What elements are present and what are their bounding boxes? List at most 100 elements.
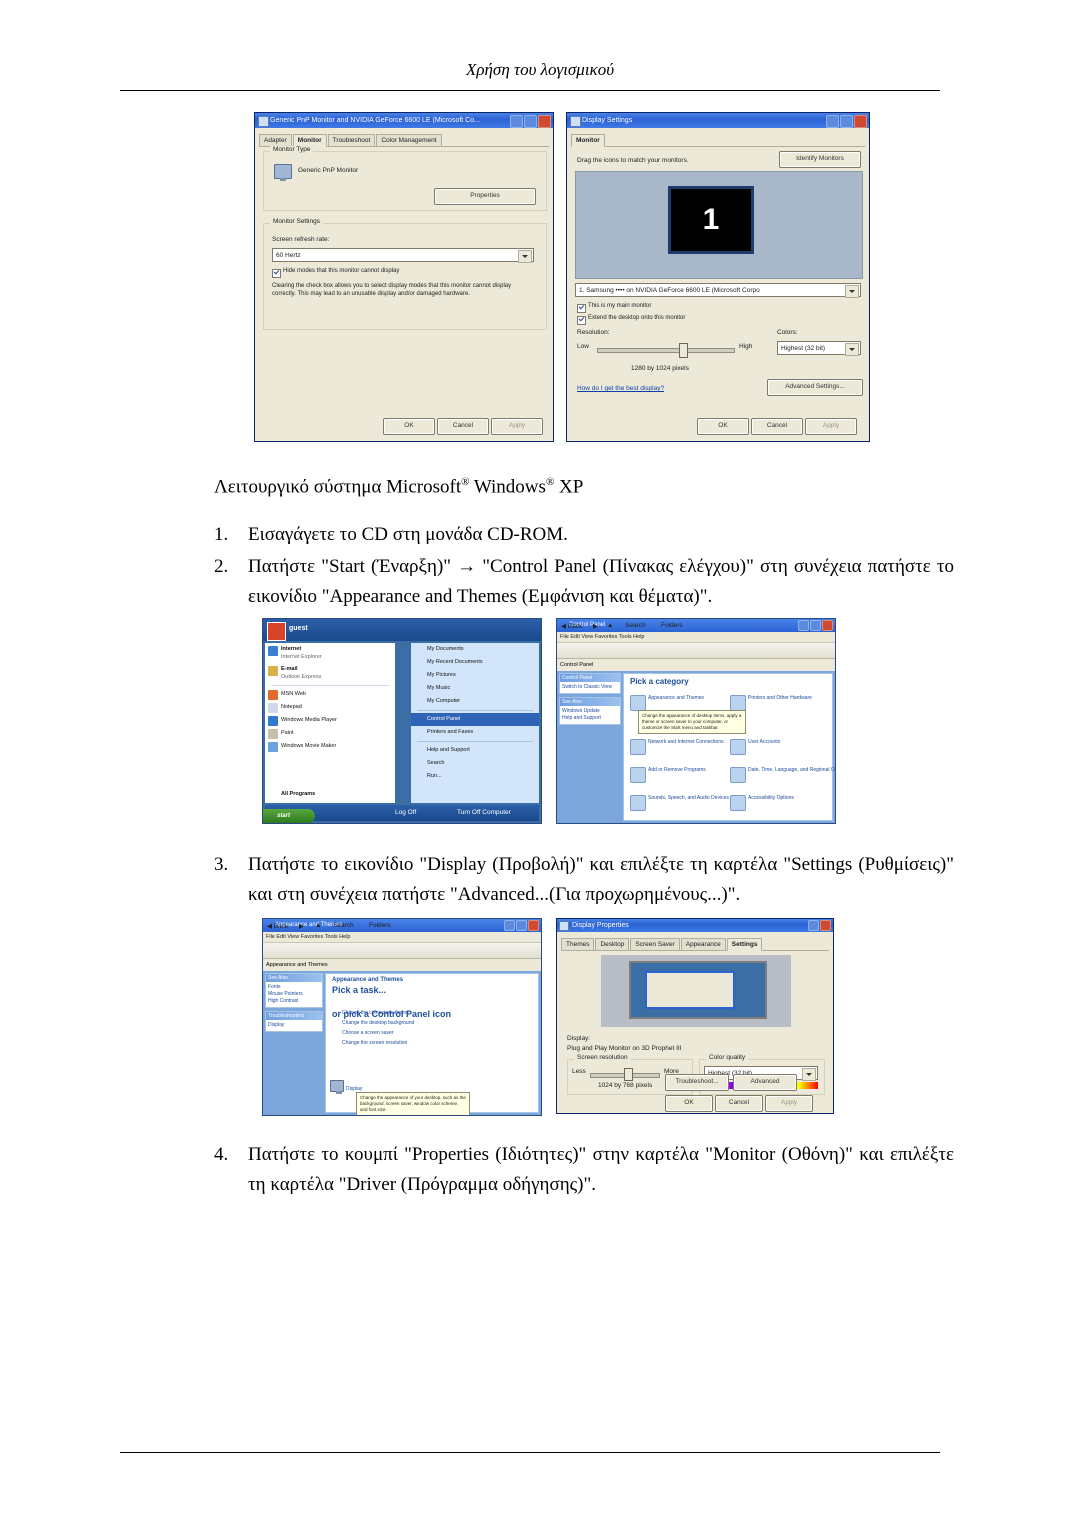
ok-button[interactable]: OK	[697, 418, 749, 435]
close-icon[interactable]	[528, 920, 539, 931]
maximize-icon[interactable]	[810, 620, 821, 631]
maximize-icon[interactable]	[840, 115, 853, 128]
sidebar-link-display[interactable]: Display	[268, 1022, 320, 1029]
cancel-button[interactable]: Cancel	[751, 418, 803, 435]
tab-color-management[interactable]: Color Management	[376, 134, 442, 146]
category-network-and-internet[interactable]: Network and Internet Connections	[628, 736, 724, 762]
troubleshoot-button-visible[interactable]: Troubleshoot...	[665, 1074, 729, 1091]
start-menu-item-my-computer[interactable]: My Computer	[411, 695, 539, 708]
task-change-background[interactable]: Change the desktop background	[342, 1020, 414, 1026]
start-menu-item-all-programs[interactable]: All Programs	[265, 788, 395, 801]
hide-modes-checkbox[interactable]: Hide modes that this monitor cannot disp…	[272, 268, 399, 278]
sidebar-link-high-contrast[interactable]: High Contrast	[268, 998, 320, 1005]
tab-monitor[interactable]: Monitor	[571, 134, 605, 147]
folders-button[interactable]: Folders	[369, 922, 391, 929]
main-monitor-checkbox[interactable]: This is my main monitor	[577, 303, 651, 313]
up-button[interactable]: ▲	[315, 922, 321, 929]
display-settings-tabs[interactable]: Monitor	[571, 132, 865, 147]
ok-button[interactable]: OK	[665, 1095, 713, 1112]
start-menu-item-run[interactable]: Run...	[411, 770, 539, 783]
chevron-down-icon[interactable]	[845, 343, 859, 356]
properties-button[interactable]: Properties	[434, 188, 536, 205]
sidebar-link-fonts[interactable]: Fonts	[268, 984, 320, 991]
category-sounds-speech-audio[interactable]: Sounds, Speech, and Audio Devices	[628, 792, 729, 818]
sidebar-link-windows-update[interactable]: Windows Update	[562, 708, 618, 715]
tab-themes[interactable]: Themes	[561, 938, 595, 950]
category-date-time-language[interactable]: Date, Time, Language, and Regional Optio…	[728, 764, 835, 790]
resolution-slider-thumb[interactable]	[679, 343, 688, 358]
apply-button[interactable]: Apply	[805, 418, 857, 435]
start-menu-item-paint[interactable]: Paint	[265, 727, 395, 740]
minimize-icon[interactable]	[798, 620, 809, 631]
advanced-settings-button[interactable]: Advanced Settings...	[767, 379, 863, 396]
start-menu-item-msn[interactable]: MSN Web	[265, 688, 395, 701]
start-menu-item-help-and-support[interactable]: Help and Support	[411, 744, 539, 757]
monitor-select-combo[interactable]: 1. Samsung •••• on NVIDIA GeForce 6600 L…	[575, 283, 861, 298]
display-properties-tabs[interactable]: Themes Desktop Screen Saver Appearance S…	[561, 936, 829, 951]
display-icon[interactable]	[330, 1080, 344, 1094]
start-menu-item-internet[interactable]: Internet Internet Explorer	[265, 643, 395, 663]
tab-desktop[interactable]: Desktop	[595, 938, 630, 950]
apply-button[interactable]: Apply	[765, 1095, 813, 1112]
minimize-icon[interactable]	[504, 920, 515, 931]
task-choose-screen-saver[interactable]: Choose a screen saver	[342, 1030, 393, 1036]
resolution-slider-thumb[interactable]	[624, 1068, 633, 1081]
start-menu-item-notepad[interactable]: Notepad	[265, 701, 395, 714]
tab-settings[interactable]: Settings	[726, 938, 763, 951]
forward-button[interactable]: ▶	[593, 622, 598, 630]
log-off-button[interactable]: Log Off	[395, 809, 416, 816]
back-button[interactable]: ◀ Back	[561, 622, 582, 630]
window-controls[interactable]	[504, 920, 539, 931]
tab-appearance[interactable]: Appearance	[680, 938, 726, 950]
minimize-icon[interactable]	[826, 115, 839, 128]
close-icon[interactable]	[538, 115, 551, 128]
window-controls[interactable]	[510, 115, 551, 128]
appearance-toolbar[interactable]: ◀ Back ▶ ▲ Search Folders	[263, 922, 541, 959]
window-controls[interactable]	[798, 620, 833, 631]
refresh-rate-combo[interactable]: 60 Hertz	[272, 248, 534, 263]
search-button[interactable]: Search	[333, 922, 354, 929]
back-button[interactable]: ◀ Back	[267, 922, 288, 930]
minimize-icon[interactable]	[510, 115, 523, 128]
apply-button[interactable]: Apply	[491, 418, 543, 435]
control-panel-menubar[interactable]: File Edit View Favorites Tools Help	[557, 632, 835, 643]
ok-button[interactable]: OK	[383, 418, 435, 435]
category-user-accounts[interactable]: User Accounts	[728, 736, 824, 762]
start-menu-item-my-pictures[interactable]: My Pictures	[411, 669, 539, 682]
up-button[interactable]: ▲	[607, 622, 613, 629]
start-menu-item-recent-documents[interactable]: My Recent Documents	[411, 656, 539, 669]
tab-screen-saver[interactable]: Screen Saver	[630, 938, 680, 950]
category-accessibility-options[interactable]: Accessibility Options	[728, 792, 824, 818]
control-panel-toolbar[interactable]: ◀ Back ▶ ▲ Search Folders	[557, 622, 835, 659]
dialog-tabs[interactable]: Adapter Monitor Troubleshoot Color Manag…	[259, 132, 549, 147]
start-menu-item-movie-maker[interactable]: Windows Movie Maker	[265, 740, 395, 753]
monitor-1-thumbnail[interactable]: 1	[668, 186, 754, 254]
identify-monitors-button[interactable]: Identify Monitors	[779, 151, 861, 168]
tab-troubleshoot[interactable]: Troubleshoot	[327, 134, 376, 146]
best-display-help-link[interactable]: How do I get the best display?	[577, 385, 664, 392]
turn-off-button[interactable]: Turn Off Computer	[457, 809, 511, 816]
start-menu-item-my-music[interactable]: My Music	[411, 682, 539, 695]
cancel-button[interactable]: Cancel	[437, 418, 489, 435]
start-menu-item-media-player[interactable]: Windows Media Player	[265, 714, 395, 727]
task-change-theme[interactable]: Change the computer's theme	[342, 1010, 409, 1016]
resolution-slider-track[interactable]	[597, 348, 735, 353]
maximize-icon[interactable]	[516, 920, 527, 931]
close-icon[interactable]	[820, 920, 831, 931]
start-menu-item-email[interactable]: E-mail Outlook Express	[265, 663, 395, 683]
sidebar-link-help-and-support[interactable]: Help and Support	[562, 715, 618, 722]
category-add-remove-programs[interactable]: Add or Remove Programs	[628, 764, 724, 790]
search-button[interactable]: Search	[625, 622, 646, 629]
start-menu-item-printers-and-faxes[interactable]: Printers and Faxes	[411, 726, 539, 739]
appearance-menubar[interactable]: File Edit View Favorites Tools Help	[263, 932, 541, 943]
advanced-button[interactable]: Advanced	[733, 1074, 797, 1091]
close-icon[interactable]	[854, 115, 867, 128]
start-menu-left-column[interactable]: Internet Internet Explorer E-mail Outloo…	[265, 643, 395, 803]
sidebar-link-mouse-pointers[interactable]: Mouse Pointers	[268, 991, 320, 998]
start-menu-item-control-panel[interactable]: Control Panel	[411, 713, 539, 726]
start-menu-item-search[interactable]: Search	[411, 757, 539, 770]
monitor-preview-area[interactable]: 1	[575, 171, 863, 279]
window-controls[interactable]	[808, 920, 831, 931]
maximize-icon[interactable]	[524, 115, 537, 128]
colors-combo[interactable]: Highest (32 bit)	[777, 341, 861, 356]
